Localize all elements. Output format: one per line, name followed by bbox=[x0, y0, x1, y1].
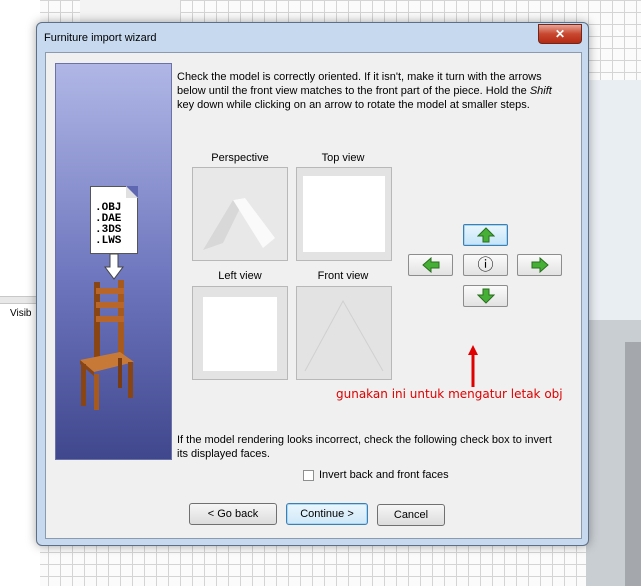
model-info-button[interactable]: ⓘ bbox=[463, 254, 508, 276]
rotate-right-button[interactable] bbox=[517, 254, 562, 276]
orientation-instructions: Check the model is correctly oriented. I… bbox=[177, 71, 552, 111]
cancel-button[interactable]: Cancel bbox=[377, 504, 445, 526]
go-back-button[interactable]: < Go back bbox=[189, 503, 277, 525]
left-view bbox=[192, 286, 288, 380]
front-view-label: Front view bbox=[317, 270, 369, 282]
page-fold bbox=[126, 186, 138, 198]
furniture-panel bbox=[0, 0, 40, 586]
dialog-content: .OBJ .DAE .3DS .LWS Check the model is c… bbox=[45, 52, 582, 539]
panel-divider[interactable] bbox=[0, 296, 40, 304]
left-view-label: Left view bbox=[218, 270, 262, 282]
shift-key-text: Shift bbox=[529, 85, 552, 97]
invert-faces-checkbox[interactable] bbox=[303, 470, 314, 481]
chair-icon bbox=[80, 280, 134, 410]
import-arrow-icon bbox=[104, 254, 124, 280]
continue-button[interactable]: Continue > bbox=[286, 503, 368, 525]
close-button[interactable]: ✕ bbox=[538, 24, 582, 44]
annotation-text: gunakan ini untuk mengatur letak obj bbox=[336, 387, 563, 401]
ruler bbox=[80, 0, 180, 23]
top-view-model bbox=[303, 176, 385, 252]
front-view bbox=[296, 286, 392, 380]
rotate-up-button[interactable] bbox=[463, 224, 508, 246]
arrow-right-icon bbox=[531, 257, 549, 273]
left-view-model bbox=[203, 297, 277, 371]
visible-column-header: Visib bbox=[10, 308, 32, 319]
perspective-label: Perspective bbox=[211, 152, 269, 164]
arrow-down-icon bbox=[477, 288, 495, 304]
perspective-model-preview bbox=[203, 198, 275, 250]
front-view-model bbox=[304, 299, 384, 372]
arrow-up-icon bbox=[477, 227, 495, 243]
title-bar[interactable]: Furniture import wizard ✕ bbox=[37, 23, 588, 51]
red-annotation-arrow bbox=[468, 345, 478, 387]
furniture-import-wizard-window: Furniture import wizard ✕ .OBJ .DAE .3DS… bbox=[36, 22, 589, 546]
3d-wall-shadow bbox=[625, 342, 641, 586]
rotate-left-button[interactable] bbox=[408, 254, 453, 276]
rendering-note: If the model rendering looks incorrect, … bbox=[177, 434, 552, 460]
rotate-down-button[interactable] bbox=[463, 285, 508, 307]
info-icon: ⓘ bbox=[477, 255, 494, 274]
invert-faces-label[interactable]: Invert back and front faces bbox=[319, 469, 449, 481]
window-title: Furniture import wizard bbox=[44, 32, 157, 44]
3d-file-document-icon: .OBJ .DAE .3DS .LWS bbox=[90, 186, 138, 254]
arrow-left-icon bbox=[422, 257, 440, 273]
file-type-label: .LWS bbox=[95, 235, 122, 247]
perspective-view[interactable] bbox=[192, 167, 288, 261]
wizard-side-banner: .OBJ .DAE .3DS .LWS bbox=[55, 63, 172, 460]
close-icon: ✕ bbox=[554, 27, 566, 41]
top-view bbox=[296, 167, 392, 261]
top-view-label: Top view bbox=[321, 152, 365, 164]
